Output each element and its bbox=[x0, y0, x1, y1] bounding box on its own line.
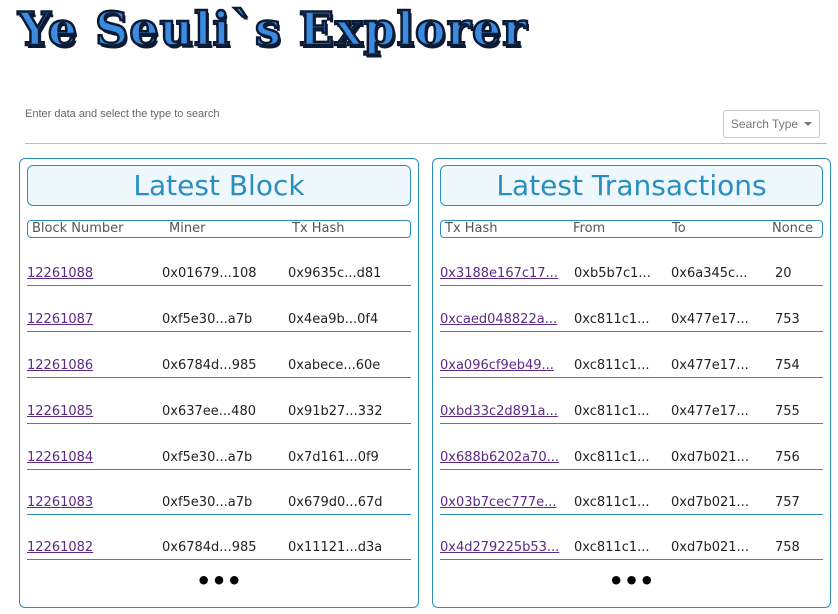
tx-to: 0xd7b021... bbox=[671, 495, 749, 510]
tx-nonce: 757 bbox=[775, 495, 800, 510]
header-from: From bbox=[573, 221, 606, 236]
tx-from: 0xb5b7c1... bbox=[574, 266, 651, 281]
block-miner: 0x637ee...480 bbox=[162, 404, 256, 419]
tx-to: 0xd7b021... bbox=[671, 540, 749, 555]
block-row: 12261087 0xf5e30...a7b 0x4ea9b...0f4 bbox=[27, 311, 411, 332]
block-tx-hash: 0x9635c...d81 bbox=[288, 266, 382, 281]
tx-hash-link[interactable]: 0x3188e167c17... bbox=[440, 266, 558, 281]
tx-from: 0xc811c1... bbox=[574, 450, 650, 465]
tx-hash-link[interactable]: 0xcaed048822a... bbox=[440, 312, 557, 327]
block-miner: 0x01679...108 bbox=[162, 266, 257, 281]
search-input[interactable]: Enter data and select the type to search bbox=[25, 108, 219, 120]
tx-nonce: 753 bbox=[775, 312, 800, 327]
block-tx-hash: 0x91b27...332 bbox=[288, 404, 383, 419]
caret-down-icon bbox=[804, 122, 813, 126]
block-number-link[interactable]: 12261083 bbox=[27, 495, 93, 510]
tx-hash-link[interactable]: 0xa096cf9eb49... bbox=[440, 358, 554, 373]
header-miner: Miner bbox=[169, 221, 206, 236]
search-type-label: Search Type bbox=[730, 117, 799, 131]
block-column-headers: Block Number Miner Tx Hash bbox=[27, 220, 411, 238]
block-row: 12261082 0x6784d...985 0x11121...d3a bbox=[27, 539, 411, 560]
transaction-row: 0x3188e167c17... 0xb5b7c1... 0x6a345c...… bbox=[440, 265, 823, 286]
transaction-row: 0xa096cf9eb49... 0xc811c1... 0x477e17...… bbox=[440, 357, 823, 378]
block-row: 12261085 0x637ee...480 0x91b27...332 bbox=[27, 403, 411, 424]
transaction-row: 0x688b6202a70... 0xc811c1... 0xd7b021...… bbox=[440, 449, 823, 470]
tx-to: 0x477e17... bbox=[671, 404, 749, 419]
tx-hash-link[interactable]: 0x03b7cec777e... bbox=[440, 495, 557, 510]
block-row: 12261086 0x6784d...985 0xabece...60e bbox=[27, 357, 411, 378]
block-tx-hash: 0x11121...d3a bbox=[288, 540, 383, 555]
transaction-row: 0x03b7cec777e... 0xc811c1... 0xd7b021...… bbox=[440, 494, 823, 515]
tx-to: 0x477e17... bbox=[671, 312, 749, 327]
tx-nonce: 20 bbox=[775, 266, 792, 281]
block-tx-hash: 0x7d161...0f9 bbox=[288, 450, 379, 465]
header-tx-hash: Tx Hash bbox=[445, 221, 498, 236]
tx-hash-link[interactable]: 0xbd33c2d891a... bbox=[440, 404, 558, 419]
block-row: 12261088 0x01679...108 0x9635c...d81 bbox=[27, 265, 411, 286]
block-miner: 0xf5e30...a7b bbox=[162, 495, 253, 510]
block-number-link[interactable]: 12261087 bbox=[27, 312, 93, 327]
search-type-dropdown[interactable]: Search Type bbox=[723, 110, 820, 138]
transaction-row: 0xcaed048822a... 0xc811c1... 0x477e17...… bbox=[440, 311, 823, 332]
header-to: To bbox=[672, 221, 686, 236]
block-miner: 0x6784d...985 bbox=[162, 540, 257, 555]
block-miner: 0xf5e30...a7b bbox=[162, 312, 253, 327]
search-underline bbox=[25, 143, 827, 144]
header-tx-hash: Tx Hash bbox=[292, 221, 345, 236]
block-number-link[interactable]: 12261084 bbox=[27, 450, 93, 465]
latest-block-title: Latest Block bbox=[27, 165, 411, 206]
transaction-column-headers: Tx Hash From To Nonce bbox=[440, 220, 823, 238]
tx-to: 0x6a345c... bbox=[671, 266, 748, 281]
tx-nonce: 755 bbox=[775, 404, 800, 419]
latest-transactions-title: Latest Transactions bbox=[440, 165, 823, 206]
tx-from: 0xc811c1... bbox=[574, 495, 650, 510]
header-nonce: Nonce bbox=[772, 221, 814, 236]
header-block-number: Block Number bbox=[32, 221, 124, 236]
tx-to: 0x477e17... bbox=[671, 358, 749, 373]
more-transactions-ellipsis[interactable]: ••• bbox=[433, 569, 830, 593]
block-number-link[interactable]: 12261085 bbox=[27, 404, 93, 419]
tx-nonce: 758 bbox=[775, 540, 800, 555]
transaction-row: 0x4d279225b53... 0xc811c1... 0xd7b021...… bbox=[440, 539, 823, 560]
site-logo[interactable]: Ye Seuli`s Explorer bbox=[17, 1, 528, 58]
tx-nonce: 754 bbox=[775, 358, 800, 373]
block-row: 12261083 0xf5e30...a7b 0x679d0...67d bbox=[27, 494, 411, 515]
transaction-row: 0xbd33c2d891a... 0xc811c1... 0x477e17...… bbox=[440, 403, 823, 424]
more-blocks-ellipsis[interactable]: ••• bbox=[20, 569, 418, 593]
tx-from: 0xc811c1... bbox=[574, 358, 650, 373]
block-tx-hash: 0x679d0...67d bbox=[288, 495, 383, 510]
block-miner: 0xf5e30...a7b bbox=[162, 450, 253, 465]
block-number-link[interactable]: 12261086 bbox=[27, 358, 93, 373]
block-miner: 0x6784d...985 bbox=[162, 358, 257, 373]
block-tx-hash: 0xabece...60e bbox=[288, 358, 381, 373]
block-row: 12261084 0xf5e30...a7b 0x7d161...0f9 bbox=[27, 449, 411, 470]
latest-transactions-panel: Latest Transactions Tx Hash From To Nonc… bbox=[432, 158, 831, 608]
tx-from: 0xc811c1... bbox=[574, 404, 650, 419]
block-number-link[interactable]: 12261088 bbox=[27, 266, 93, 281]
block-number-link[interactable]: 12261082 bbox=[27, 540, 93, 555]
tx-nonce: 756 bbox=[775, 450, 800, 465]
latest-block-panel: Latest Block Block Number Miner Tx Hash … bbox=[19, 158, 419, 608]
tx-hash-link[interactable]: 0x4d279225b53... bbox=[440, 540, 559, 555]
tx-hash-link[interactable]: 0x688b6202a70... bbox=[440, 450, 559, 465]
tx-from: 0xc811c1... bbox=[574, 312, 650, 327]
tx-to: 0xd7b021... bbox=[671, 450, 749, 465]
block-tx-hash: 0x4ea9b...0f4 bbox=[288, 312, 379, 327]
tx-from: 0xc811c1... bbox=[574, 540, 650, 555]
